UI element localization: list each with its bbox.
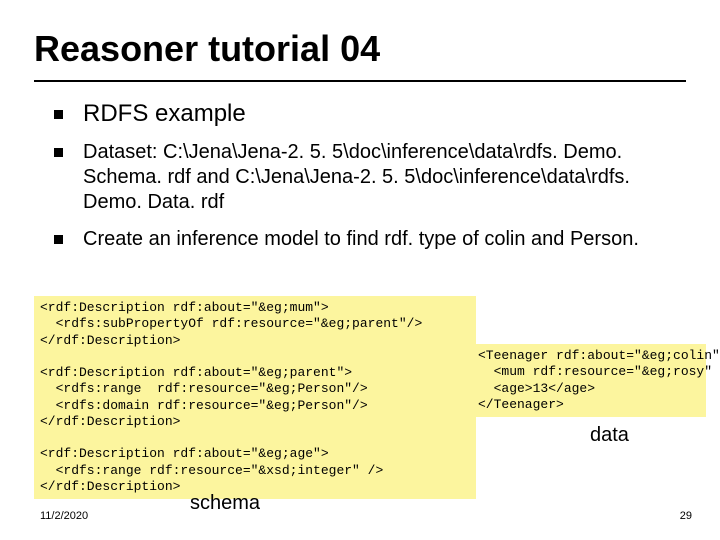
code-block-data: <Teenager rdf:about="&eg;colin"> <mum rd… [472, 344, 706, 417]
bullet-sub-2: Create an inference model to find rdf. t… [54, 227, 686, 252]
bullet-main-text: RDFS example [83, 100, 246, 128]
footer-page-number: 29 [680, 510, 692, 522]
title-underline [34, 80, 686, 82]
bullet-icon [54, 235, 63, 244]
bullet-icon [54, 110, 63, 119]
slide: Reasoner tutorial 04 RDFS example Datase… [0, 0, 720, 540]
content-block: RDFS example Dataset: C:\Jena\Jena-2. 5.… [54, 100, 686, 264]
label-schema: schema [190, 492, 260, 515]
bullet-sub-1-text: Dataset: C:\Jena\Jena-2. 5. 5\doc\infere… [83, 140, 686, 215]
label-data: data [590, 424, 629, 447]
bullet-icon [54, 148, 63, 157]
footer-date: 11/2/2020 [40, 510, 88, 522]
bullet-sub-1: Dataset: C:\Jena\Jena-2. 5. 5\doc\infere… [54, 140, 686, 215]
slide-title: Reasoner tutorial 04 [34, 28, 380, 70]
code-block-schema: <rdf:Description rdf:about="&eg;mum"> <r… [34, 296, 476, 499]
bullet-sub-2-text: Create an inference model to find rdf. t… [83, 227, 639, 252]
bullet-main: RDFS example [54, 100, 686, 128]
